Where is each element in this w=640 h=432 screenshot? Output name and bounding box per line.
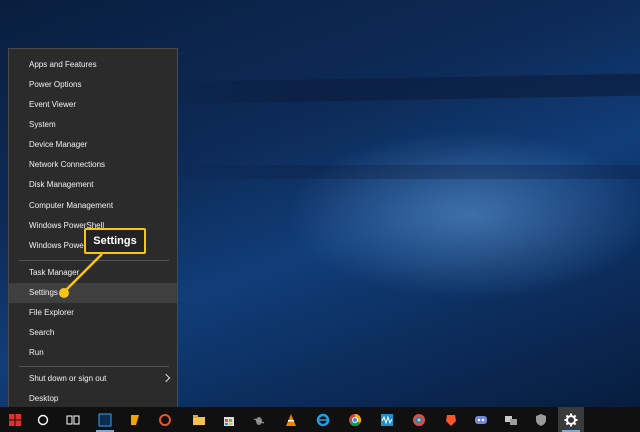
taskbar-app-button[interactable] [406, 407, 432, 432]
taskbar-app-button[interactable] [216, 407, 242, 432]
gear-icon [564, 413, 578, 426]
cortana-circle-icon [37, 414, 49, 425]
taskbar-app-button[interactable] [186, 407, 212, 432]
start-button[interactable] [2, 407, 28, 432]
photoshop-icon [98, 413, 112, 426]
photos-color-icon [413, 413, 425, 426]
taskbar-app-button[interactable] [374, 407, 400, 432]
internet-explorer-icon [316, 413, 330, 426]
task-view-icon [66, 415, 80, 424]
bug-icon [253, 416, 265, 425]
taskbar-app-button[interactable] [246, 407, 272, 432]
callout-pointer-dot [59, 288, 69, 298]
network-computers-icon [505, 415, 517, 425]
waveform-icon [381, 413, 393, 426]
store-bag-icon [224, 416, 234, 426]
music-app-icon [131, 414, 139, 425]
taskbar-app-button[interactable] [438, 407, 464, 432]
taskbar-app-button[interactable] [528, 407, 554, 432]
shield-icon [536, 413, 546, 426]
taskbar-app-button[interactable] [122, 407, 148, 432]
taskbar-app-button[interactable] [342, 407, 368, 432]
cortana-button[interactable] [30, 407, 56, 432]
vlc-cone-icon [286, 413, 296, 426]
circle-app-icon [159, 413, 171, 426]
taskbar-app-button[interactable] [498, 407, 524, 432]
taskbar-app-button[interactable] [152, 407, 178, 432]
windows-logo-icon [9, 413, 21, 426]
folder-icon [193, 414, 205, 425]
settings-callout-label: Settings [84, 228, 146, 254]
taskbar-app-button[interactable] [468, 407, 494, 432]
taskbar-app-button[interactable] [278, 407, 304, 432]
taskbar-app-button[interactable] [92, 407, 118, 432]
taskbar [0, 407, 640, 432]
callout-leader-line [59, 253, 103, 298]
chrome-icon [349, 413, 362, 426]
discord-icon [475, 415, 487, 424]
taskbar-app-button[interactable] [310, 407, 336, 432]
task-view-button[interactable] [60, 407, 86, 432]
settings-taskbar-button[interactable] [558, 407, 584, 432]
brave-lion-icon [446, 414, 456, 426]
